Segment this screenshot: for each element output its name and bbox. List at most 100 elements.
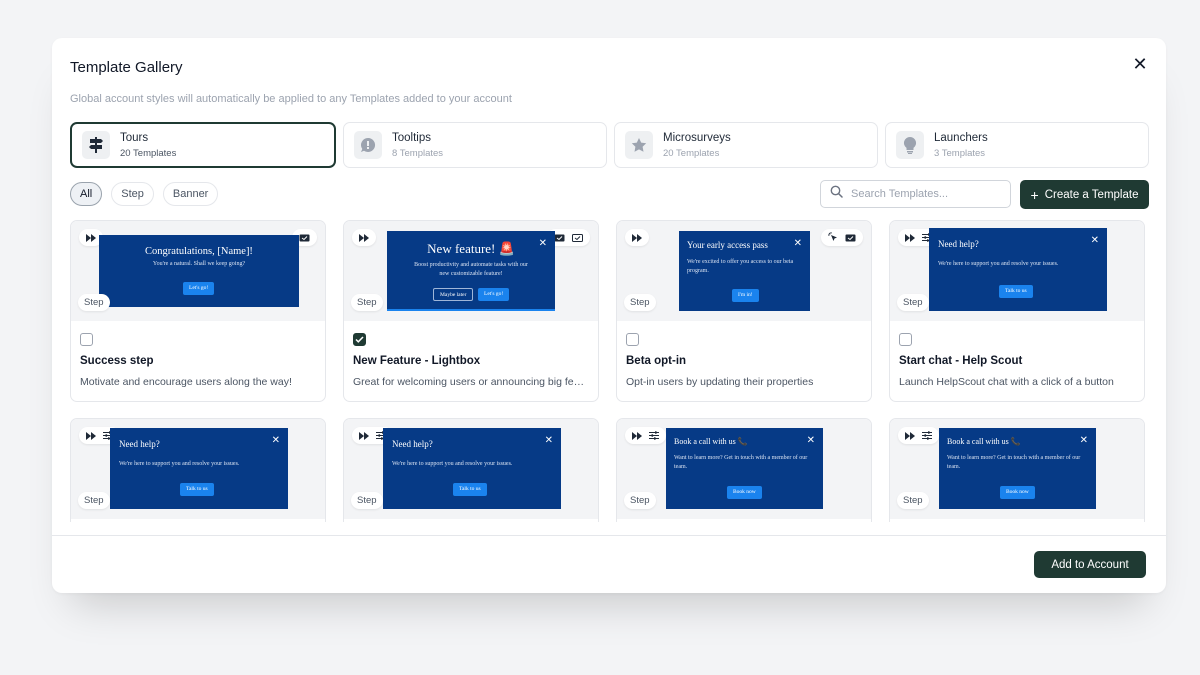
template-grid-scroll[interactable]: Congratulations, [Name]! You're a natura… xyxy=(52,220,1166,522)
select-checkbox[interactable] xyxy=(899,333,912,346)
template-grid: Congratulations, [Name]! You're a natura… xyxy=(70,220,1148,522)
modal-window-icon xyxy=(554,229,565,247)
preview-heading: Need help? xyxy=(938,239,979,249)
preview-body: Want to learn more? Get in touch with a … xyxy=(674,455,808,470)
card-description: Motivate and encourage users along the w… xyxy=(80,376,292,388)
type-card-tours[interactable]: Tours 20 Templates xyxy=(70,122,336,168)
signpost-icon xyxy=(82,131,110,159)
add-to-account-button[interactable]: Add to Account xyxy=(1034,551,1146,578)
step-tag: Step xyxy=(351,492,383,509)
template-preview: ✕ Need help? We're here to support you a… xyxy=(890,221,1144,321)
step-tag: Step xyxy=(624,492,656,509)
fast-forward-icon xyxy=(359,427,369,445)
card-info: Success step Motivate and encourage user… xyxy=(71,321,325,388)
template-card[interactable]: ✕ Need help? We're here to support you a… xyxy=(70,418,326,522)
card-title: Success step xyxy=(80,355,154,367)
modal-subtitle: Global account styles will automatically… xyxy=(70,93,512,105)
preview-close-icon: ✕ xyxy=(1079,435,1088,446)
preview-button: Let's go! xyxy=(478,288,510,301)
cursor-click-icon xyxy=(828,229,838,247)
select-checkbox[interactable] xyxy=(353,333,366,346)
template-preview: ✕ Your early access pass We're excited t… xyxy=(617,221,871,321)
template-card[interactable]: ✕ Book a call with us 📞 Want to learn mo… xyxy=(616,418,872,522)
star-icon xyxy=(625,131,653,159)
template-preview: ✕ Book a call with us 📞 Want to learn mo… xyxy=(617,419,871,519)
preview-heading: Your early access pass xyxy=(687,240,768,250)
search-input[interactable] xyxy=(851,188,991,200)
type-card-launchers[interactable]: Launchers 3 Templates xyxy=(885,122,1149,168)
preview-button: Let's go! xyxy=(183,282,215,295)
preview-body: We're excited to offer you access to our… xyxy=(687,259,794,274)
preview-button: Talk to us xyxy=(999,285,1033,298)
fast-forward-icon xyxy=(86,229,96,247)
template-card[interactable]: ✕ Need help? We're here to support you a… xyxy=(343,418,599,522)
fast-forward-icon xyxy=(86,427,96,445)
preview-button: Talk to us xyxy=(453,483,487,496)
plus-icon: + xyxy=(1030,186,1039,203)
step-tag: Step xyxy=(351,294,383,311)
filter-chip-all[interactable]: All xyxy=(70,182,103,206)
fast-forward-icon xyxy=(905,427,915,445)
checkmark-icon xyxy=(355,336,364,343)
template-card[interactable]: ✕ Your early access pass We're excited t… xyxy=(616,220,872,402)
template-gallery-modal: Template Gallery ✕ Global account styles… xyxy=(52,38,1166,593)
template-preview: ✕ Need help? We're here to support you a… xyxy=(71,419,325,519)
preview-mock: ✕ Need help? We're here to support you a… xyxy=(929,228,1107,311)
card-description: Launch HelpScout chat with a click of a … xyxy=(899,376,1114,388)
template-card[interactable]: ✕ Need help? We're here to support you a… xyxy=(889,220,1145,402)
preview-close-icon: ✕ xyxy=(793,238,802,249)
modal-title: Template Gallery xyxy=(70,59,183,76)
template-card[interactable]: ✕ New feature! 🚨 Boost productivity and … xyxy=(343,220,599,402)
preview-heading: Book a call with us 📞 xyxy=(947,437,1021,446)
type-card-microsurveys[interactable]: Microsurveys 20 Templates xyxy=(614,122,878,168)
card-title: New Feature - Lightbox xyxy=(353,355,481,367)
modal-window-icon xyxy=(299,229,310,247)
template-preview: ✕ Need help? We're here to support you a… xyxy=(344,419,598,519)
preview-heading: Congratulations, [Name]! xyxy=(145,246,253,257)
fast-forward-icon xyxy=(359,229,369,247)
type-count: 8 Templates xyxy=(392,147,444,159)
preview-pill-left xyxy=(352,229,376,246)
filter-chip-banner[interactable]: Banner xyxy=(162,182,219,206)
select-checkbox[interactable] xyxy=(626,333,639,346)
preview-close-icon: ✕ xyxy=(544,435,553,446)
filter-chip-step[interactable]: Step xyxy=(111,182,154,206)
fast-forward-icon xyxy=(905,229,915,247)
preview-button: Book now xyxy=(1000,486,1035,499)
preview-pill-left xyxy=(625,427,666,444)
preview-button: I'm in! xyxy=(732,289,759,302)
preview-heading: New feature! 🚨 xyxy=(427,241,515,256)
preview-mock: ✕ Need help? We're here to support you a… xyxy=(383,428,561,509)
preview-body: We're here to support you and resolve yo… xyxy=(392,461,513,467)
preview-body: Want to learn more? Get in touch with a … xyxy=(947,455,1081,470)
modal-window-icon xyxy=(845,229,856,247)
step-tag: Step xyxy=(78,492,110,509)
preview-mock: ✕ Your early access pass We're excited t… xyxy=(679,231,810,311)
type-name: Tours xyxy=(120,131,149,144)
preview-mock: Congratulations, [Name]! You're a natura… xyxy=(99,235,299,307)
preview-pill-left xyxy=(625,229,649,246)
preview-heading: Need help? xyxy=(392,439,433,449)
step-tag: Step xyxy=(897,492,929,509)
template-card[interactable]: ✕ Book a call with us 📞 Want to learn mo… xyxy=(889,418,1145,522)
filter-chips: All Step Banner xyxy=(70,182,219,206)
preview-button: Book now xyxy=(727,486,762,499)
preview-close-icon: ✕ xyxy=(271,435,280,446)
card-description: Opt-in users by updating their propertie… xyxy=(626,376,814,388)
fast-forward-icon xyxy=(632,427,642,445)
select-checkbox[interactable] xyxy=(80,333,93,346)
template-card[interactable]: Congratulations, [Name]! You're a natura… xyxy=(70,220,326,402)
preview-button: Talk to us xyxy=(180,483,214,496)
preview-mock: ✕ New feature! 🚨 Boost productivity and … xyxy=(387,231,555,311)
create-template-button[interactable]: + Create a Template xyxy=(1020,180,1149,209)
preview-secondary-button: Maybe later xyxy=(433,288,474,301)
close-icon[interactable]: ✕ xyxy=(1130,54,1150,74)
card-title: Beta opt-in xyxy=(626,355,687,367)
search-icon xyxy=(830,185,843,203)
type-name: Microsurveys xyxy=(663,131,731,144)
preview-close-icon: ✕ xyxy=(1090,235,1099,246)
card-info: Beta opt-in Opt-in users by updating the… xyxy=(617,321,871,388)
sliders-icon xyxy=(922,427,932,445)
preview-mock: ✕ Book a call with us 📞 Want to learn mo… xyxy=(939,428,1096,509)
type-card-tooltips[interactable]: Tooltips 8 Templates xyxy=(343,122,607,168)
